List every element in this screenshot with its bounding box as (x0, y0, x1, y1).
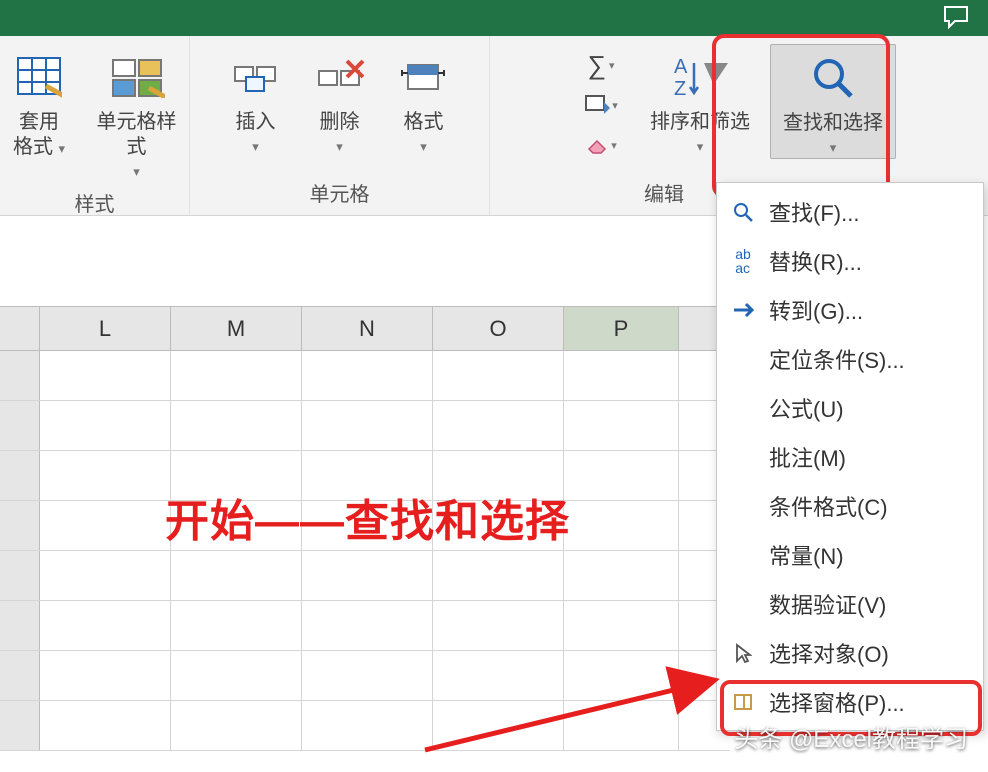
format-icon (400, 50, 448, 104)
clear-icon[interactable]: ▾ (582, 130, 620, 160)
menu-select-objects[interactable]: 选择对象(O) (717, 628, 983, 677)
cells-group-label: 单元格 (194, 172, 485, 215)
menu-goto-special[interactable]: 定位条件(S)... (717, 334, 983, 383)
feedback-icon[interactable] (942, 4, 970, 37)
menu-replace-label: 替换(R)... (769, 245, 983, 277)
find-select-icon (809, 51, 857, 105)
menu-find[interactable]: 查找(F)... (717, 187, 983, 236)
delete-label: 删除 (320, 111, 360, 133)
grid-row[interactable] (0, 551, 730, 601)
svg-text:A: A (674, 56, 688, 78)
arrow-right-icon (717, 302, 769, 318)
styles-group-label: 样式 (4, 182, 185, 225)
selection-pane-icon (717, 693, 769, 711)
cell-styles-label: 单元格样式 (97, 111, 177, 158)
titlebar (0, 0, 988, 36)
menu-goto-special-label: 定位条件(S)... (769, 343, 983, 375)
menu-selpane-label: 选择窗格(P)... (769, 686, 983, 718)
menu-comments-label: 批注(M) (769, 441, 983, 473)
menu-replace[interactable]: abac 替换(R)... (717, 236, 983, 285)
col-header-O[interactable]: O (433, 307, 564, 350)
autosum-icon[interactable]: ∑▾ (582, 50, 620, 80)
menu-comments[interactable]: 批注(M) (717, 432, 983, 481)
menu-formulas-label: 公式(U) (769, 392, 983, 424)
insert-button[interactable]: 插入 ▾ (221, 44, 291, 157)
format-label: 格式 (404, 111, 444, 133)
ribbon-group-styles: 套用 格式 ▾ 单元格样式 ▾ 样式 (0, 36, 190, 215)
svg-text:Z: Z (674, 78, 686, 100)
menu-goto[interactable]: 转到(G)... (717, 285, 983, 334)
sort-filter-button[interactable]: AZ 排序和筛选 ▾ (644, 44, 756, 157)
menu-dataval-label: 数据验证(V) (769, 588, 983, 620)
col-header-P[interactable]: P (564, 307, 679, 350)
col-header-M[interactable]: M (171, 307, 302, 350)
ribbon-group-cells: 插入 ▾ 删除 ▾ 格式 ▾ 单元格 (190, 36, 490, 215)
sort-filter-icon: AZ (670, 50, 730, 104)
grid-row[interactable] (0, 601, 730, 651)
format-button[interactable]: 格式 ▾ (389, 44, 459, 157)
delete-button[interactable]: 删除 ▾ (305, 44, 375, 157)
menu-goto-label: 转到(G)... (769, 294, 983, 326)
insert-icon (229, 50, 283, 104)
replace-icon: abac (717, 247, 769, 275)
col-header-N[interactable]: N (302, 307, 433, 350)
menu-formulas[interactable]: 公式(U) (717, 383, 983, 432)
find-select-button[interactable]: 查找和选择 ▾ (770, 44, 896, 159)
col-header-L[interactable]: L (40, 307, 171, 350)
delete-icon (313, 50, 367, 104)
table-format-icon (16, 50, 62, 104)
search-icon (717, 202, 769, 222)
apply-format-label: 套用 格式 ▾ (13, 110, 65, 160)
menu-selobj-label: 选择对象(O) (769, 637, 983, 669)
sort-filter-label: 排序和筛选 (650, 111, 750, 133)
grid-row[interactable] (0, 401, 730, 451)
cursor-icon (717, 643, 769, 663)
find-select-dropdown: 查找(F)... abac 替换(R)... 转到(G)... 定位条件(S).… (716, 182, 984, 731)
column-headers: L M N O P (0, 306, 730, 351)
fill-icon[interactable]: ▾ (582, 90, 620, 120)
grid-row[interactable] (0, 651, 730, 701)
insert-label: 插入 (236, 111, 276, 133)
menu-constants-label: 常量(N) (769, 539, 983, 571)
menu-condfmt-label: 条件格式(C) (769, 490, 983, 522)
editing-small-tools: ∑▾ ▾ ▾ (582, 44, 620, 160)
format-as-table-button[interactable]: 套用 格式 ▾ (4, 44, 74, 162)
row-header-gutter[interactable] (0, 307, 40, 350)
grid-row[interactable] (0, 701, 730, 751)
grid-row[interactable] (0, 351, 730, 401)
menu-selection-pane[interactable]: 选择窗格(P)... (717, 677, 983, 726)
menu-data-validation[interactable]: 数据验证(V) (717, 579, 983, 628)
cell-styles-icon (109, 50, 165, 104)
annotation-text: 开始——查找和选择 (165, 485, 570, 549)
menu-conditional-format[interactable]: 条件格式(C) (717, 481, 983, 530)
find-select-label: 查找和选择 (783, 112, 883, 134)
grid-rows (0, 351, 730, 751)
menu-constants[interactable]: 常量(N) (717, 530, 983, 579)
menu-find-label: 查找(F)... (769, 196, 983, 228)
cell-styles-button[interactable]: 单元格样式 ▾ (88, 44, 185, 182)
